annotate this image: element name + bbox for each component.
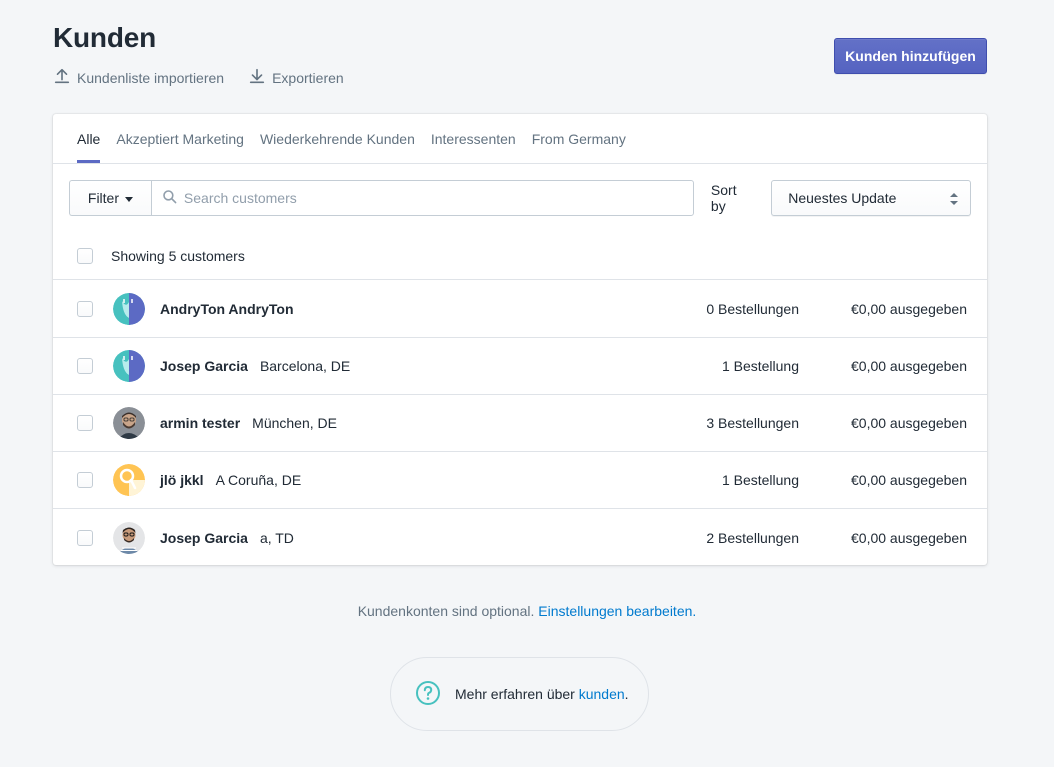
accounts-footnote: Kundenkonten sind optional. Einstellunge… xyxy=(0,603,1054,619)
customer-name: Josep Garcia xyxy=(160,529,248,546)
row-checkbox[interactable] xyxy=(77,472,93,488)
export-label: Exportieren xyxy=(272,69,344,86)
customer-tabs: Alle Akzeptiert Marketing Wiederkehrende… xyxy=(53,114,987,164)
customer-orders: 1 Bestellung xyxy=(721,472,799,488)
customer-list: AndryTon AndryTon 0 Bestellungen €0,00 a… xyxy=(53,281,987,566)
filter-button[interactable]: Filter xyxy=(69,180,151,216)
row-checkbox[interactable] xyxy=(77,529,93,546)
customer-row[interactable]: AndryTon AndryTon 0 Bestellungen €0,00 a… xyxy=(53,281,987,338)
customer-row[interactable]: Josep Garcia Barcelona, DE 1 Bestellung … xyxy=(53,338,987,395)
import-icon xyxy=(53,67,71,88)
customer-location: München, DE xyxy=(252,415,337,431)
search-input[interactable] xyxy=(183,190,693,206)
row-checkbox[interactable] xyxy=(77,301,93,317)
showing-count: Showing 5 customers xyxy=(111,247,245,264)
tab-returning-customers[interactable]: Wiederkehrende Kunden xyxy=(252,114,423,163)
row-checkbox[interactable] xyxy=(77,415,93,431)
add-customer-button[interactable]: Kunden hinzufügen xyxy=(834,38,987,74)
customer-row[interactable]: armin tester München, DE 3 Bestellungen … xyxy=(53,395,987,452)
help-prefix: Mehr erfahren über xyxy=(455,686,575,702)
select-all-checkbox[interactable] xyxy=(77,247,93,264)
import-customers-button[interactable]: Kundenliste importieren xyxy=(53,67,224,88)
customer-location: Barcelona, DE xyxy=(259,358,351,374)
secondary-actions: Kundenliste importieren Exportieren xyxy=(53,67,344,88)
customers-card: Alle Akzeptiert Marketing Wiederkehrende… xyxy=(53,114,987,565)
sort-value: Neuestes Update xyxy=(788,190,897,206)
help-callout: Mehr erfahren über kunden. xyxy=(390,657,649,731)
photo-avatar-man-glasses-icon xyxy=(113,521,145,554)
customer-row[interactable]: Josep Garcia a, TD 2 Bestellungen €0,00 … xyxy=(53,509,987,566)
export-customers-button[interactable]: Exportieren xyxy=(248,67,344,88)
customer-orders: 0 Bestellungen xyxy=(706,301,799,317)
customer-spent: €0,00 ausgegeben xyxy=(851,301,967,317)
page-title: Kunden xyxy=(53,22,157,53)
bulk-select-row: Showing 5 customers xyxy=(53,232,987,280)
search-icon xyxy=(162,189,184,208)
customer-name: armin tester xyxy=(160,415,241,431)
customer-spent: €0,00 ausgegeben xyxy=(851,472,967,488)
import-label: Kundenliste importieren xyxy=(77,69,225,86)
customer-orders: 1 Bestellung xyxy=(721,358,799,374)
tab-from-germany[interactable]: From Germany xyxy=(524,114,634,163)
page-header: Kunden Kundenliste importieren Exportier… xyxy=(53,20,987,100)
export-icon xyxy=(248,67,266,88)
customer-location: A Coruña, DE xyxy=(215,472,302,488)
customer-spent: €0,00 ausgegeben xyxy=(851,415,967,431)
customer-name: AndryTon AndryTon xyxy=(160,301,294,317)
footnote-text: Kundenkonten sind optional. xyxy=(357,603,535,619)
help-suffix: . xyxy=(624,686,629,702)
customer-row[interactable]: jlö jkkl A Coruña, DE 1 Bestellung €0,00… xyxy=(53,452,987,509)
teal-shopping-bag-avatar-icon xyxy=(113,350,145,382)
sort-select[interactable]: Neuestes Update xyxy=(771,180,971,216)
photo-avatar-bearded-man-icon xyxy=(113,407,145,439)
customer-spent: €0,00 ausgegeben xyxy=(851,529,967,546)
customer-orders: 2 Bestellungen xyxy=(706,529,799,546)
question-circle-icon xyxy=(415,680,441,709)
tab-accepts-marketing[interactable]: Akzeptiert Marketing xyxy=(108,114,252,163)
yellow-magnifier-avatar-icon xyxy=(113,464,145,496)
customer-name: jlö jkkl xyxy=(160,472,204,488)
learn-more-customers-link[interactable]: kunden xyxy=(579,686,625,702)
filter-toolbar: Filter Sort by Neuestes Update xyxy=(69,180,971,216)
customer-orders: 3 Bestellungen xyxy=(706,415,799,431)
caret-down-icon xyxy=(125,196,134,202)
sort-label: Sort by xyxy=(710,182,737,214)
row-checkbox[interactable] xyxy=(77,358,93,374)
search-field[interactable] xyxy=(150,180,694,216)
customer-location: a, TD xyxy=(259,529,294,546)
teal-shopping-bag-avatar-icon xyxy=(113,293,145,325)
customer-spent: €0,00 ausgegeben xyxy=(851,358,967,374)
tab-all[interactable]: Alle xyxy=(69,114,108,163)
edit-settings-link[interactable]: Einstellungen bearbeiten. xyxy=(538,603,696,619)
customer-name: Josep Garcia xyxy=(160,358,248,374)
help-text: Mehr erfahren über kunden. xyxy=(455,686,629,702)
filter-label: Filter xyxy=(87,190,120,206)
tab-prospects[interactable]: Interessenten xyxy=(423,114,524,163)
select-arrows-icon xyxy=(950,192,958,205)
